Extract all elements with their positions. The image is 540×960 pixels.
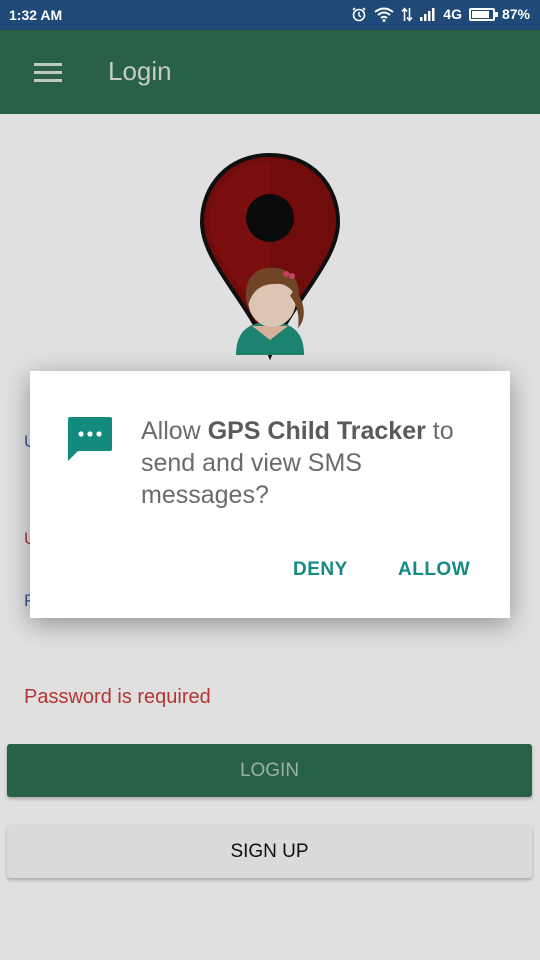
battery-percent: 87% [501,6,530,22]
status-bar: 1:32 AM 4G 87% [0,0,540,30]
status-icons: 4G 87% [351,6,530,22]
battery-level-fill [471,10,490,18]
data-arrows-icon [401,6,413,22]
signal-icon [420,7,436,21]
deny-button[interactable]: DENY [293,559,348,581]
permission-dialog: Allow GPS Child Tracker to send and view… [30,371,510,618]
sms-message-icon [68,417,112,461]
alarm-icon [351,6,367,22]
permission-message: Allow GPS Child Tracker to send and view… [141,415,481,511]
battery-icon [468,7,498,21]
status-time: 1:32 AM [9,7,63,23]
allow-button[interactable]: ALLOW [398,559,470,581]
app-name: GPS Child Tracker [207,417,426,445]
message-prefix: Allow [141,417,208,445]
wifi-icon [374,7,394,22]
network-type: 4G [443,6,462,22]
